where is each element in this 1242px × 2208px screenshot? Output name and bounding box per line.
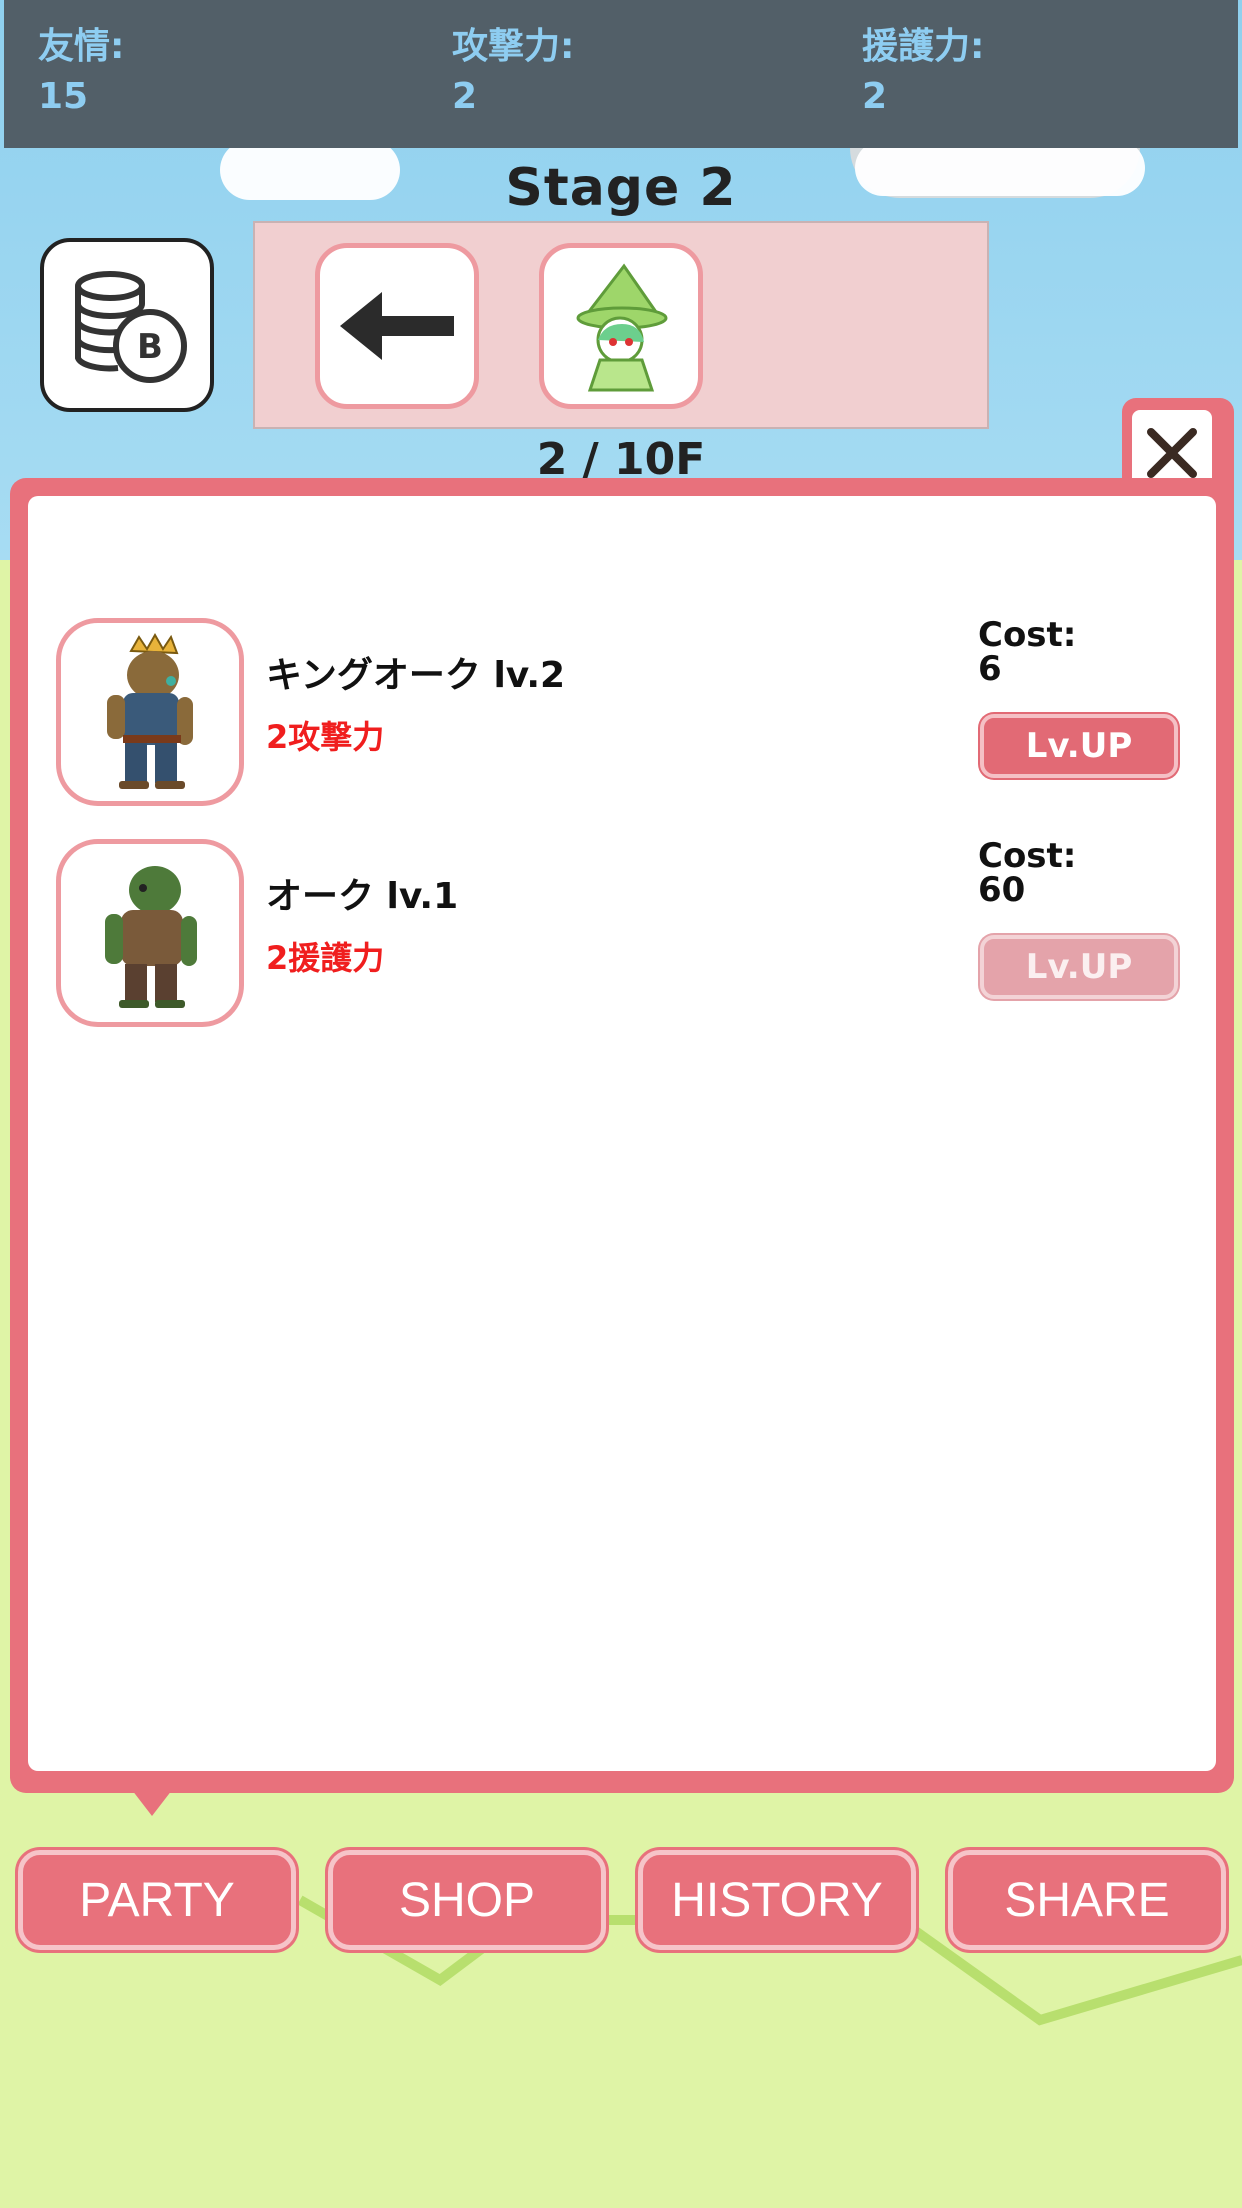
party-popup: キングオーク lv.2 2攻撃力 Cost: 6 Lv.UP オーク lv.1 …: [10, 478, 1234, 1793]
tab-party[interactable]: PARTY: [18, 1850, 296, 1950]
stat-value: 15: [38, 76, 89, 117]
stat-label: 援護力:: [862, 26, 985, 67]
stat-label: 友情:: [38, 26, 125, 67]
svg-text:B: B: [137, 327, 163, 367]
unit-bonus: 2援護力: [266, 939, 385, 977]
unit-portrait-orc: [56, 839, 244, 1027]
list-item: オーク lv.1 2援護力 Cost: 60 Lv.UP: [56, 839, 1186, 1029]
popup-content: キングオーク lv.2 2攻撃力 Cost: 6 Lv.UP オーク lv.1 …: [28, 496, 1216, 1771]
path-decoration: [297, 1895, 1242, 2026]
cost-value: 60: [978, 870, 1026, 910]
stat-value: 2: [452, 76, 478, 117]
unit-queue-panel: [253, 221, 989, 429]
unit-portrait-king-orc: [56, 618, 244, 806]
list-item: キングオーク lv.2 2攻撃力 Cost: 6 Lv.UP: [56, 618, 1186, 808]
tab-shop[interactable]: SHOP: [328, 1850, 606, 1950]
unit-cost: Cost: 6: [978, 618, 1076, 686]
level-up-button[interactable]: Lv.UP: [980, 935, 1178, 999]
stats-bar: 友情: 15 攻撃力: 2 援護力: 2: [4, 0, 1238, 148]
stat-support: 援護力: 2: [862, 22, 984, 122]
stat-friendship: 友情: 15: [38, 22, 124, 122]
unit-name: キングオーク lv.2: [266, 655, 566, 696]
stat-label: 攻撃力:: [452, 26, 575, 67]
tab-share[interactable]: SHARE: [948, 1850, 1226, 1950]
cost-value: 6: [978, 649, 1002, 689]
orc-sprite: [105, 866, 197, 1008]
king-orc-sprite: [107, 632, 193, 789]
unit-name: オーク lv.1: [266, 876, 459, 917]
unit-slot[interactable]: [539, 243, 703, 409]
stat-value: 2: [862, 76, 888, 117]
arrow-left-icon: [340, 292, 454, 360]
back-slot[interactable]: [315, 243, 479, 409]
close-icon: [1147, 428, 1197, 478]
unit-bonus: 2攻撃力: [266, 718, 385, 756]
coin-button[interactable]: B: [40, 238, 214, 412]
unit-cost: Cost: 60: [978, 839, 1076, 907]
stage-title: Stage 2: [505, 158, 737, 218]
popup-pointer: [132, 1790, 172, 1816]
coin-stack-icon: B: [75, 271, 187, 383]
level-up-button[interactable]: Lv.UP: [980, 714, 1178, 778]
green-witch-portrait: [576, 263, 668, 392]
stat-attack: 攻撃力: 2: [452, 22, 574, 122]
tab-history[interactable]: HISTORY: [638, 1850, 916, 1950]
